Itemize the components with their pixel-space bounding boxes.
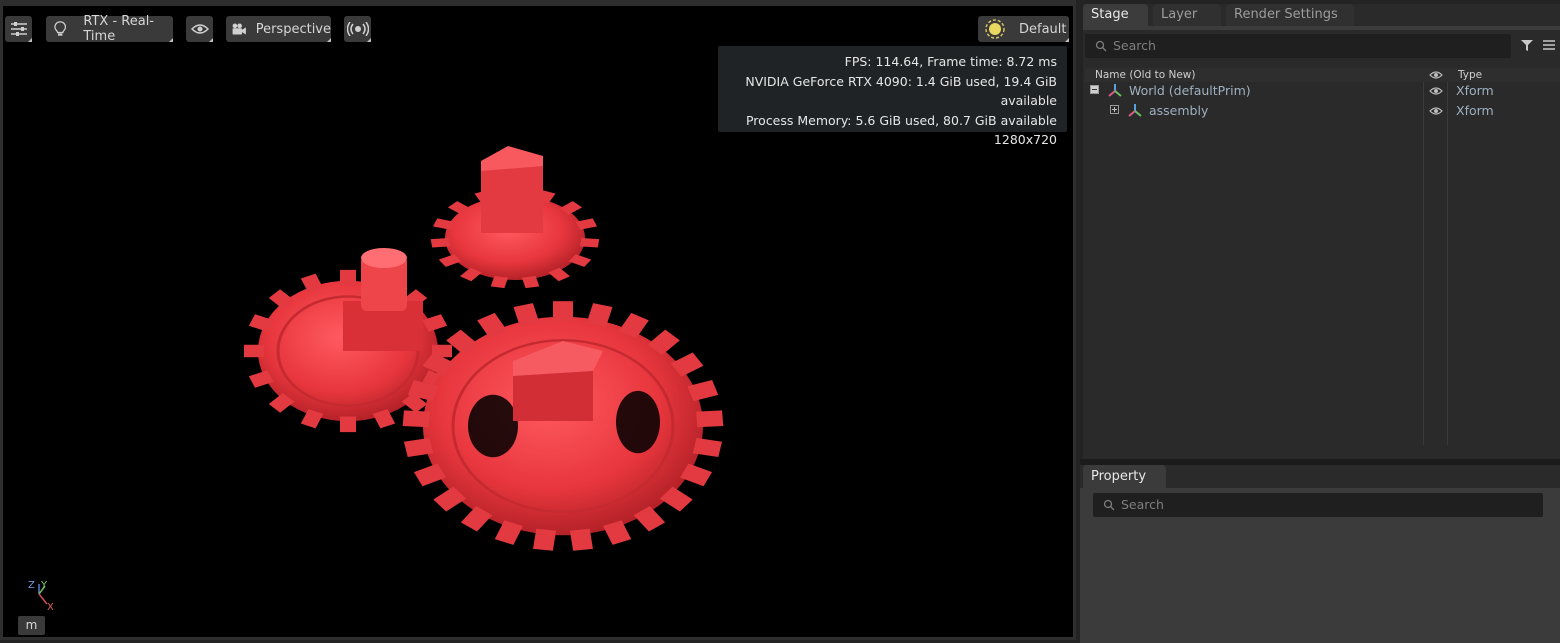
- axis-gizmo: Z Y X: [25, 576, 65, 620]
- tree-row-type: Xform: [1456, 103, 1494, 118]
- stage-panel: Stage Layer Render Settings Search Name …: [1083, 4, 1560, 459]
- expand-toggle[interactable]: [1110, 105, 1119, 114]
- sliders-icon: [10, 22, 27, 36]
- sun-icon: [985, 19, 1005, 39]
- property-search-input[interactable]: Search: [1093, 493, 1543, 517]
- broadcast-icon: [346, 22, 369, 36]
- tree-header: Name (Old to New) Type: [1085, 68, 1560, 82]
- tree-row-name: assembly: [1149, 103, 1209, 118]
- property-search-placeholder: Search: [1121, 497, 1164, 512]
- xform-icon: [1108, 84, 1122, 97]
- tree-row-type: Xform: [1456, 83, 1494, 98]
- gpu-line: NVIDIA GeForce RTX 4090: 1.4 GiB used, 1…: [745, 73, 1057, 109]
- camera-icon: [232, 23, 246, 35]
- memory-line: Process Memory: 5.6 GiB used, 80.7 GiB a…: [745, 112, 1057, 128]
- lighting-label: Default: [1019, 21, 1067, 37]
- tree-row-assembly[interactable]: assembly Xform: [1085, 101, 1560, 121]
- renderer-label: RTX - Real-Time: [83, 14, 154, 44]
- big-gear: [402, 301, 724, 551]
- tab-property[interactable]: Property: [1083, 465, 1166, 488]
- broadcast-button[interactable]: [344, 16, 371, 42]
- stats-overlay: FPS: 114.64, Frame time: 8.72 ms NVIDIA …: [718, 46, 1067, 147]
- filter-icon[interactable]: [1520, 38, 1534, 52]
- column-name[interactable]: Name (Old to New): [1095, 68, 1195, 82]
- axis-z-label: Z: [28, 580, 35, 591]
- tab-stage[interactable]: Stage: [1083, 4, 1148, 26]
- property-panel: Property Search: [1080, 465, 1560, 643]
- column-type[interactable]: Type: [1458, 68, 1482, 82]
- camera-button[interactable]: Perspective: [226, 16, 331, 42]
- lightbulb-icon: [54, 21, 67, 36]
- row-visibility-eye-icon[interactable]: [1429, 86, 1443, 96]
- resolution-line: 1280x720: [993, 132, 1057, 147]
- tab-layer[interactable]: Layer: [1153, 4, 1221, 26]
- column-divider: [1423, 82, 1424, 445]
- viewport[interactable]: RTX - Real-Time Perspective Default FPS:…: [3, 6, 1073, 637]
- stage-search-placeholder: Search: [1113, 38, 1156, 53]
- column-divider: [1447, 82, 1448, 445]
- fps-line: FPS: 114.64, Frame time: 8.72 ms: [844, 54, 1057, 69]
- tree-row-name: World (defaultPrim): [1129, 83, 1251, 98]
- units-button[interactable]: m: [18, 616, 45, 635]
- camera-label: Perspective: [255, 21, 331, 37]
- renderer-button[interactable]: RTX - Real-Time: [46, 14, 173, 44]
- lighting-button[interactable]: Default: [978, 16, 1069, 42]
- search-icon: [1095, 40, 1107, 52]
- axis-x-label: X: [47, 602, 54, 613]
- search-icon: [1103, 499, 1115, 511]
- settings-button[interactable]: [5, 16, 32, 42]
- xform-icon: [1128, 104, 1142, 117]
- stage-search-input[interactable]: Search: [1085, 34, 1511, 58]
- tree-row-world[interactable]: World (defaultPrim) Xform: [1085, 81, 1560, 101]
- visibility-button[interactable]: [186, 16, 213, 42]
- tabstrip-divider: [1083, 26, 1560, 30]
- menu-icon[interactable]: [1543, 39, 1555, 51]
- collapse-toggle[interactable]: [1090, 85, 1099, 94]
- tab-render-settings[interactable]: Render Settings: [1226, 4, 1354, 26]
- visibility-column-eye-icon[interactable]: [1429, 70, 1443, 80]
- row-visibility-eye-icon[interactable]: [1429, 106, 1443, 116]
- axis-y-label: Y: [40, 580, 48, 591]
- eye-icon: [190, 24, 209, 34]
